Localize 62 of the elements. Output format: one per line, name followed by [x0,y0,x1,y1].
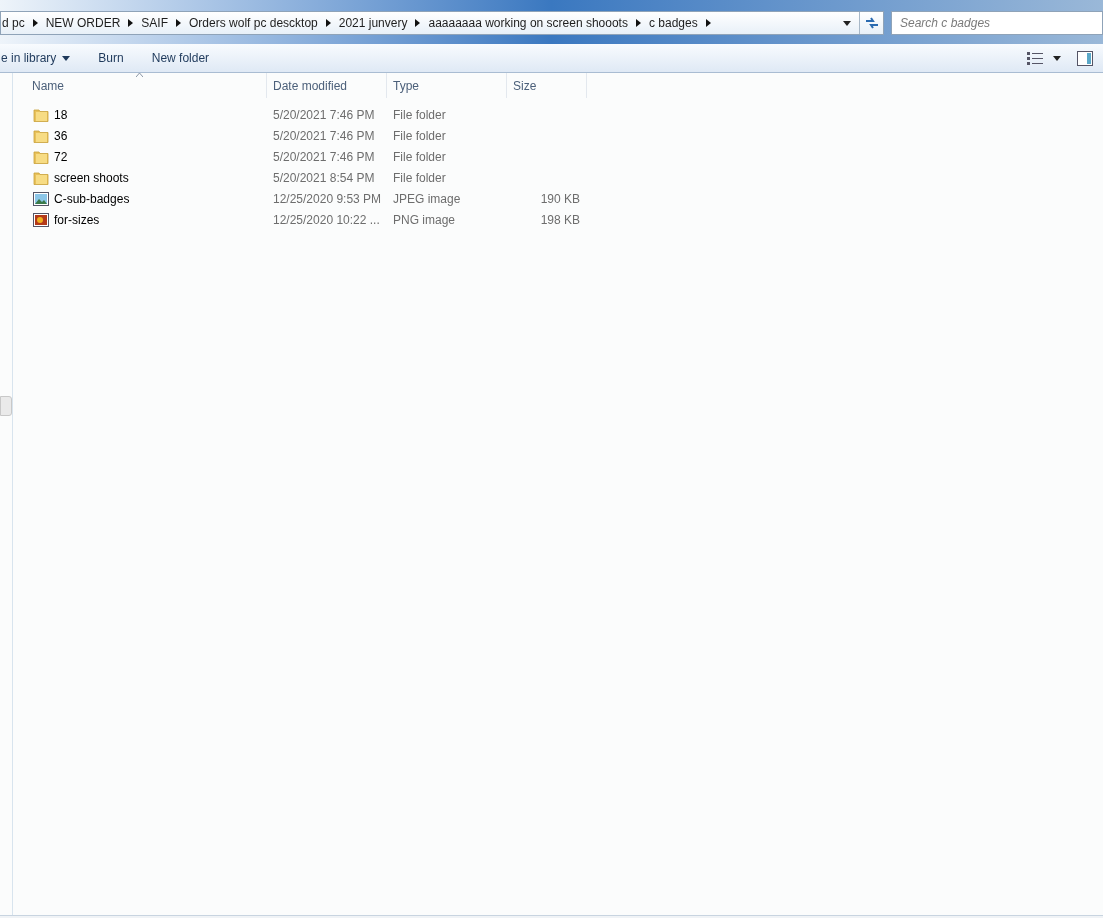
column-header[interactable]: Type [387,73,507,98]
toolbar-button[interactable]: Burn [84,46,138,70]
date-cell-text: 5/20/2021 7:46 PM [272,127,376,145]
breadcrumb-item[interactable]: 2021 junvery [330,14,416,32]
file-name: 72 [54,148,68,166]
toolbar-button[interactable]: e in library [0,46,85,70]
file-row[interactable]: for-sizes 12/25/2020 10:22 ... PNG image 198 KB [13,209,1103,230]
breadcrumb-item[interactable]: c badges [640,14,706,32]
address-bar[interactable]: d pc NEW ORDER SAIF Orders wolf pc descktop 2021 junvery aaaaaaaa working on screen shooots c badges [0,11,884,35]
image-file-icon [33,191,49,206]
chevron-icon[interactable] [415,19,421,27]
chevron-icon[interactable] [176,19,182,27]
file-row[interactable]: C-sub-badges 12/25/2020 9:53 PM JPEG image 190 KB [13,188,1103,209]
breadcrumb-item[interactable]: NEW ORDER [37,14,129,32]
refresh-icon [864,17,879,29]
file-name: screen shoots [54,169,129,187]
column-header[interactable]: Size [507,73,587,98]
file-name: 36 [54,127,68,145]
breadcrumb-item[interactable]: aaaaaaaa working on screen shooots [420,14,636,32]
column-header[interactable]: Date modified [267,73,387,98]
caret-icon [1053,55,1061,61]
date-cell-text: 12/25/2020 10:22 ... [272,211,381,229]
file-name: 18 [54,106,68,124]
type-cell-text: PNG image [392,211,457,229]
chevron-icon[interactable] [128,19,134,27]
date-cell-text: 5/20/2021 7:46 PM [272,106,376,124]
folder-icon [33,107,49,122]
folder-icon [33,170,49,185]
file-row[interactable]: 36 5/20/2021 7:46 PM File folder [13,125,1103,146]
dropdown-caret-icon[interactable] [843,20,851,26]
breadcrumb-item[interactable]: d pc [1,14,33,32]
file-row[interactable]: screen shoots 5/20/2021 8:54 PM File folder [13,167,1103,188]
toolbar-button[interactable]: New folder [137,46,224,70]
file-name: C-sub-badges [54,190,130,208]
preview-pane-icon[interactable] [1077,50,1093,66]
type-cell-text: File folder [392,148,447,166]
file-name: for-sizes [54,211,100,229]
size-cell-text: 190 KB [540,190,580,208]
file-row[interactable]: 72 5/20/2021 7:46 PM File folder [13,146,1103,167]
type-cell-text: File folder [392,106,447,124]
chevron-icon[interactable] [635,19,641,27]
folder-icon [33,149,49,164]
breadcrumb-item[interactable]: SAIF [133,14,177,32]
chevron-icon[interactable] [32,19,38,27]
list-view-icon [1027,51,1043,65]
caret-icon [62,55,71,61]
date-cell-text: 12/25/2020 9:53 PM [272,190,383,208]
scrollbar-thumb[interactable] [0,396,12,416]
folder-icon [33,128,49,143]
image-file-icon [33,212,49,227]
column-header[interactable]: Name [13,73,267,98]
chevron-icon[interactable] [325,19,331,27]
date-cell-text: 5/20/2021 7:46 PM [272,148,376,166]
breadcrumb-item[interactable]: Orders wolf pc descktop [181,14,326,32]
search-field[interactable]: Search c badges [891,11,1103,35]
type-cell-text: JPEG image [392,190,462,208]
date-cell-text: 5/20/2021 8:54 PM [272,169,376,187]
type-cell-text: File folder [392,169,447,187]
type-cell-text: File folder [392,127,447,145]
chevron-icon[interactable] [705,19,711,27]
file-row[interactable]: 18 5/20/2021 7:46 PM File folder [13,104,1103,125]
size-cell-text: 198 KB [540,211,580,229]
